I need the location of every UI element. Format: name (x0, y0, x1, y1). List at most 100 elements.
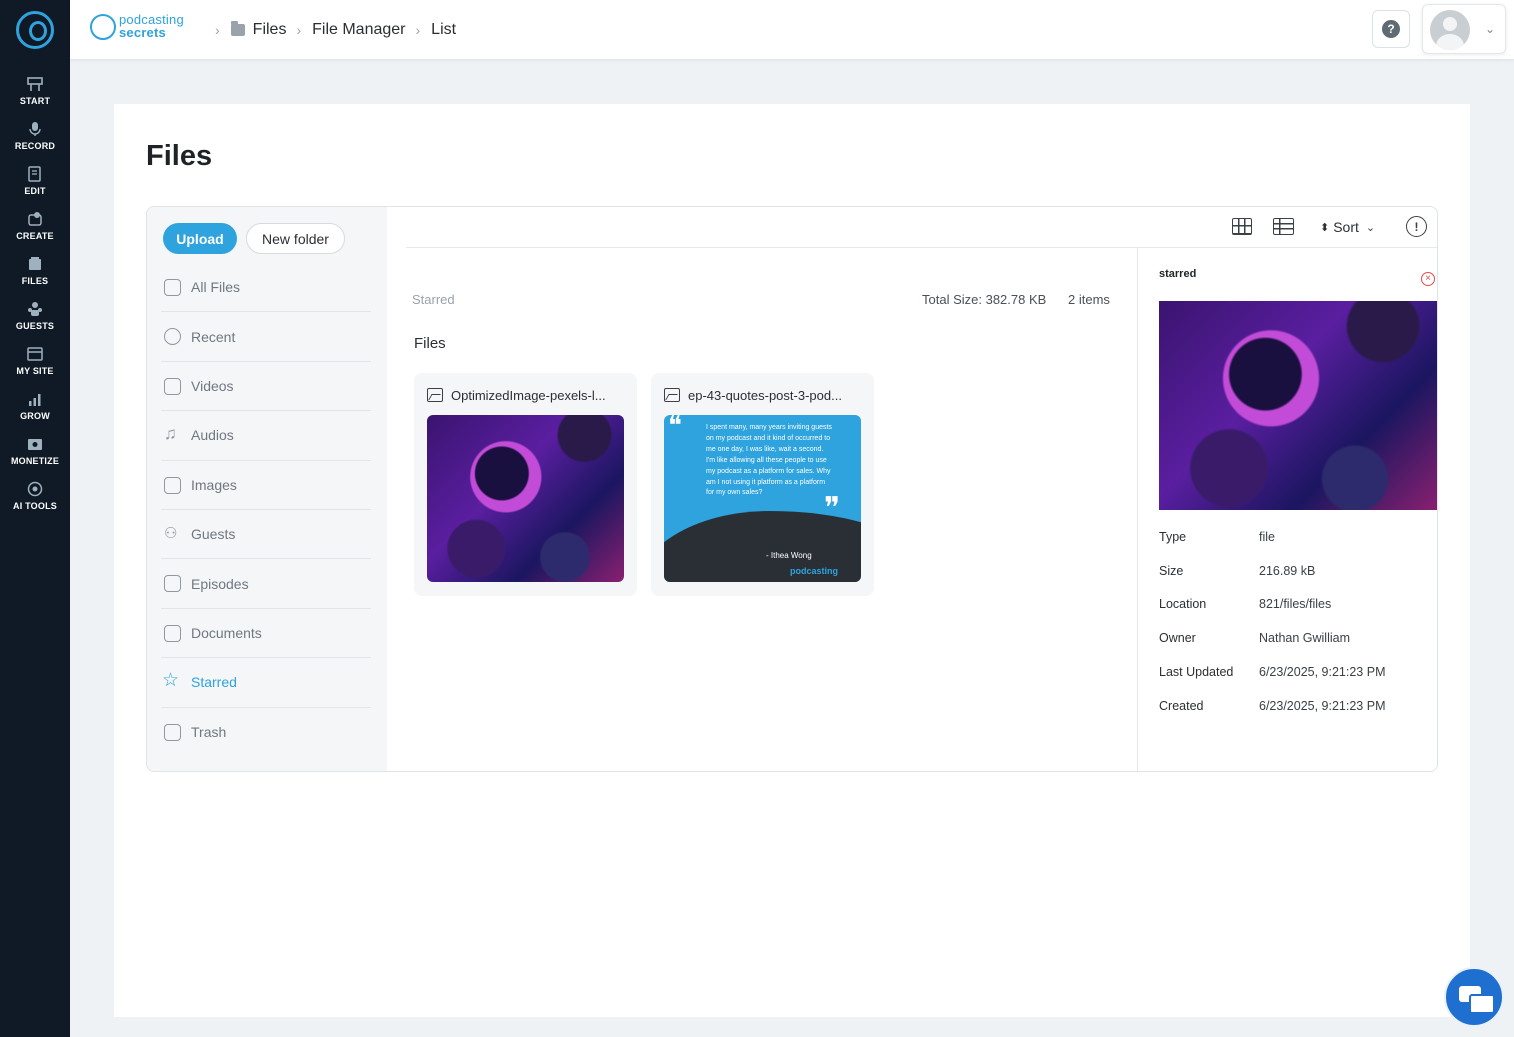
close-icon[interactable]: × (1421, 272, 1435, 286)
microphone-icon (27, 121, 43, 137)
star-icon: ☆ (162, 670, 180, 692)
file-card-header: OptimizedImage-pexels-l... (427, 386, 606, 404)
quote-text: I spent many, many years inviting guests… (706, 424, 832, 497)
nav-item-label: Trash (191, 724, 227, 741)
nav-item-label: Guests (191, 526, 236, 543)
nav-item-audios[interactable]: ♫ Audios (161, 411, 371, 461)
rail-item-ai-tools[interactable]: AI TOOLS (0, 479, 70, 519)
details-row-type: Type file (1159, 520, 1429, 554)
nav-item-all-files[interactable]: All Files (161, 263, 371, 313)
create-icon (27, 211, 43, 227)
sort-button[interactable]: ⬍ Sort ⌄ (1320, 217, 1375, 237)
monetize-icon (27, 436, 43, 452)
detail-value: 216.89 kB (1259, 563, 1316, 578)
folder-icon (164, 279, 181, 296)
brand-logo[interactable]: podcasting secrets (90, 12, 200, 42)
total-size: Total Size: 382.78 KB (922, 292, 1047, 307)
image-icon (664, 388, 680, 402)
image-icon (427, 388, 443, 402)
nav-item-recent[interactable]: Recent (161, 312, 371, 362)
file-card[interactable]: OptimizedImage-pexels-l... (414, 373, 637, 596)
page-title: Files (146, 140, 213, 172)
rail-item-record[interactable]: RECORD (0, 119, 70, 159)
quote-open-icon: ❝ (668, 415, 682, 441)
rail-item-guests[interactable]: GUESTS (0, 299, 70, 339)
detail-key: Size (1159, 563, 1184, 578)
detail-value: 6/23/2025, 9:21:23 PM (1259, 665, 1386, 680)
breadcrumb-files[interactable]: Files (253, 21, 287, 39)
nav-item-episodes[interactable]: Episodes (161, 559, 371, 609)
nav-item-trash[interactable]: Trash (161, 708, 371, 757)
file-category-list: All Files Recent Videos ♫ Audios Images (161, 263, 371, 757)
nav-item-label: Documents (191, 624, 262, 641)
image-icon (164, 476, 181, 494)
rail-item-my-site[interactable]: MY SITE (0, 344, 70, 384)
detail-key: Created (1159, 698, 1204, 713)
rail-label: CREATE (16, 231, 54, 241)
details-properties: Type file Size 216.89 kB Location 821/fi… (1159, 520, 1429, 723)
chevron-down-icon: ⌄ (1365, 221, 1376, 234)
nav-item-guests[interactable]: ⚇ Guests (161, 510, 371, 560)
rail-item-monetize[interactable]: MONETIZE (0, 434, 70, 474)
file-card[interactable]: ep-43-quotes-post-3-pod... ❝ I spent man… (651, 373, 874, 596)
breadcrumb-list: List (431, 21, 457, 38)
nav-item-videos[interactable]: Videos (161, 362, 371, 412)
rail-item-edit[interactable]: EDIT (0, 164, 70, 204)
ai-tools-icon (27, 481, 43, 497)
file-toolbar: ⬍ Sort ⌄ ! (406, 207, 1437, 248)
rail-item-start[interactable]: START (0, 74, 70, 114)
nav-item-label: All Files (191, 279, 241, 296)
detail-key: Type (1159, 529, 1187, 544)
breadcrumb-file-manager[interactable]: File Manager (312, 21, 405, 39)
details-panel: starred × Type file Size 216.89 kB Locat… (1137, 248, 1437, 771)
nav-item-label: Recent (191, 328, 236, 345)
people-icon: ⚇ (164, 524, 178, 542)
brand-mark-icon (90, 14, 116, 40)
top-bar: podcasting secrets › Files › File Manage… (70, 0, 1514, 60)
rail-item-grow[interactable]: GROW (0, 389, 70, 429)
chevron-right-icon: › (415, 22, 421, 38)
nav-item-documents[interactable]: Documents (161, 609, 371, 659)
rail-item-create[interactable]: CREATE (0, 209, 70, 249)
episodes-icon (164, 575, 181, 593)
details-row-created: Created 6/23/2025, 9:21:23 PM (1159, 689, 1429, 723)
files-section-title: Files (414, 335, 446, 352)
file-name: OptimizedImage-pexels-l... (451, 387, 606, 403)
avatar (1430, 10, 1470, 50)
chat-widget-button[interactable] (1444, 967, 1504, 1027)
start-icon (27, 76, 43, 92)
new-folder-button[interactable]: New folder (246, 223, 345, 254)
grid-view-icon[interactable] (1232, 218, 1252, 235)
list-view-icon[interactable] (1273, 218, 1294, 235)
main-card: Files Upload New folder All Files Recent… (114, 104, 1470, 1017)
rail-label: RECORD (14, 141, 56, 151)
detail-key: Last Updated (1159, 665, 1234, 680)
file-manager: Upload New folder All Files Recent Video… (146, 206, 1438, 772)
rail-label: GUESTS (15, 321, 55, 331)
info-icon[interactable]: ! (1406, 216, 1427, 237)
current-location-label: Starred (412, 292, 455, 307)
nav-item-images[interactable]: Images (161, 461, 371, 510)
detail-value: Nathan Gwilliam (1259, 631, 1351, 646)
detail-value: 6/23/2025, 9:21:23 PM (1259, 698, 1386, 713)
app-rail: START RECORD EDIT CREATE FILES GUESTS MY… (0, 0, 70, 1037)
nav-item-label: Starred (191, 674, 237, 691)
file-name: ep-43-quotes-post-3-pod... (688, 387, 842, 403)
details-row-last-updated: Last Updated 6/23/2025, 9:21:23 PM (1159, 655, 1429, 689)
quote-author: - Ithea Wong (766, 551, 812, 560)
rail-item-files[interactable]: FILES (0, 254, 70, 294)
app-logo-icon[interactable] (16, 11, 54, 49)
item-count: 2 items (1068, 292, 1110, 307)
rail-label: FILES (21, 276, 49, 286)
help-button[interactable]: ? (1372, 10, 1410, 48)
rail-label: AI TOOLS (13, 501, 57, 511)
details-title: starred (1159, 268, 1197, 280)
user-menu-button[interactable]: ⌄ (1422, 4, 1506, 54)
details-preview-image (1159, 301, 1437, 510)
help-icon: ? (1382, 20, 1400, 38)
details-row-owner: Owner Nathan Gwilliam (1159, 621, 1429, 655)
file-card-header: ep-43-quotes-post-3-pod... (664, 386, 842, 404)
upload-button[interactable]: Upload (163, 223, 237, 254)
nav-item-starred[interactable]: ☆ Starred (161, 658, 371, 708)
rail-label: MY SITE (16, 366, 54, 376)
